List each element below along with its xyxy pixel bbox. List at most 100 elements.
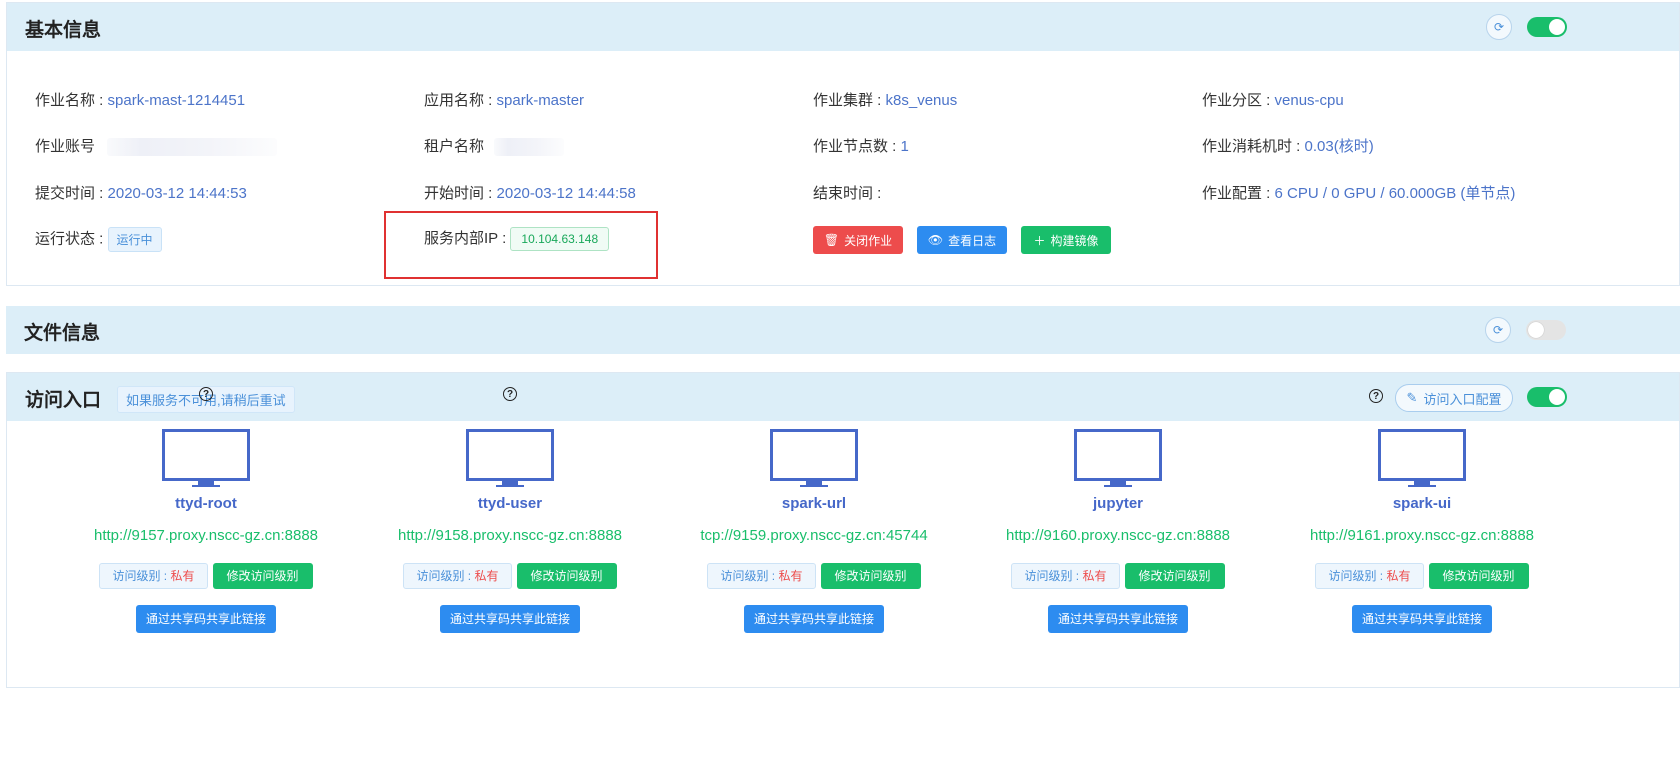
access-entry: spark-url tcp://9159.proxy.nscc-gz.cn:457… [662, 429, 966, 633]
file-info-panel: 文件信息 ⟳ [6, 306, 1680, 354]
refresh-icon: ⟳ [1492, 323, 1504, 337]
basic-info-toggle[interactable] [1527, 17, 1567, 37]
private-label: 私有 [1082, 569, 1107, 583]
config-field: 作业配置 : 6 CPU / 0 GPU / 60.000GB (单节点) [1202, 182, 1515, 203]
entry-level-row: 访问级别 : 私有 修改访问级别 [662, 563, 966, 589]
entry-name[interactable]: ttyd-root [54, 495, 358, 515]
cluster-value: k8s_venus [885, 92, 958, 109]
basic-info-title: 基本信息 [25, 20, 102, 41]
access-level-tag: 访问级别 : 私有 [1315, 563, 1424, 589]
share-link-button[interactable]: 通过共享码共享此链接 [1352, 605, 1492, 633]
tenant-label: 租户名称 [424, 138, 485, 155]
cost-value: 0.03(核时) [1304, 138, 1374, 155]
entry-name[interactable]: jupyter [966, 495, 1270, 515]
share-link-button[interactable]: 通过共享码共享此链接 [744, 605, 884, 633]
modify-access-level-button[interactable]: 修改访问级别 [516, 563, 617, 589]
access-entry: ? ttyd-root http://9157.proxy.nscc-gz.cn:8… [54, 387, 358, 633]
entry-url[interactable]: http://9158.proxy.nscc-gz.cn:8888 [358, 527, 662, 547]
status-label: 运行状态 : [35, 230, 108, 248]
app-name-field: 应用名称 : spark-master [424, 89, 584, 110]
config-label: 作业配置 : [1202, 185, 1275, 202]
monitor-icon[interactable] [770, 429, 858, 487]
partition-label: 作业分区 : [1202, 92, 1275, 109]
modify-access-level-button[interactable]: 修改访问级别 [1428, 563, 1529, 589]
access-level-tag: 访问级别 : 私有 [1011, 563, 1120, 589]
cluster-field: 作业集群 : k8s_venus [813, 89, 957, 110]
config-value: 6 CPU / 0 GPU / 60.000GB (单节点) [1274, 185, 1516, 202]
share-link-button[interactable]: 通过共享码共享此链接 [440, 605, 580, 633]
start-time-label: 开始时间 : [424, 185, 497, 202]
share-link-button[interactable]: 通过共享码共享此链接 [1048, 605, 1188, 633]
entry-level-row: 访问级别 : 私有 修改访问级别 [1270, 563, 1574, 589]
monitor-icon[interactable] [1378, 429, 1466, 487]
start-time-field: 开始时间 : 2020-03-12 14:44:58 [424, 182, 636, 203]
entry-url[interactable]: http://9157.proxy.nscc-gz.cn:8888 [54, 527, 358, 547]
tenant-value-redacted [494, 138, 565, 157]
account-value-redacted [107, 138, 278, 157]
nodes-label: 作业节点数 : [813, 138, 901, 155]
help-icon[interactable]: ? [503, 387, 517, 401]
close-job-button[interactable]: 🗑 关闭作业 [813, 226, 903, 254]
entry-url[interactable]: tcp://9159.proxy.nscc-gz.cn:45744 [662, 527, 966, 547]
modify-access-level-button[interactable]: 修改访问级别 [212, 563, 313, 589]
account-label: 作业账号 [35, 138, 96, 155]
entry-url[interactable]: http://9161.proxy.nscc-gz.cn:8888 [1270, 527, 1574, 547]
private-label: 私有 [778, 569, 803, 583]
submit-time-field: 提交时间 : 2020-03-12 14:44:53 [35, 182, 247, 203]
entry-name[interactable]: spark-ui [1270, 495, 1574, 515]
file-info-toggle[interactable] [1526, 320, 1566, 340]
access-entry: jupyter http://9160.proxy.nscc-gz.cn:8888… [966, 429, 1270, 633]
cost-label: 作业消耗机时 : [1202, 138, 1305, 155]
job-name-field: 作业名称 : spark-mast-1214451 [35, 89, 245, 110]
basic-info-panel: 基本信息 ⟳ 作业名称 : spark-mast-1214451 应用名称 : … [6, 2, 1680, 286]
entry-name[interactable]: ttyd-user [358, 495, 662, 515]
share-link-button[interactable]: 通过共享码共享此链接 [136, 605, 276, 633]
job-name-label: 作业名称 : [35, 92, 108, 109]
monitor-icon[interactable] [1074, 429, 1162, 487]
monitor-icon[interactable] [162, 429, 250, 487]
private-label: 私有 [170, 569, 195, 583]
entry-level-row: 访问级别 : 私有 修改访问级别 [54, 563, 358, 589]
partition-field: 作业分区 : venus-cpu [1202, 89, 1344, 110]
build-image-button[interactable]: ＋构建镜像 [1021, 226, 1111, 254]
account-field: 作业账号 [35, 135, 278, 157]
access-level-tag: 访问级别 : 私有 [99, 563, 208, 589]
plus-icon: ＋ [1033, 233, 1046, 248]
entry-level-row: 访问级别 : 私有 修改访问级别 [358, 563, 662, 589]
app-name-label: 应用名称 : [424, 92, 497, 109]
eye-icon: 👁 [927, 233, 944, 247]
modify-access-level-button[interactable]: 修改访问级别 [820, 563, 921, 589]
private-label: 私有 [1386, 569, 1411, 583]
cluster-label: 作业集群 : [813, 92, 886, 109]
basic-info-header: 基本信息 ⟳ [7, 3, 1679, 51]
entry-name[interactable]: spark-url [662, 495, 966, 515]
start-time-value: 2020-03-12 14:44:58 [496, 185, 636, 202]
tenant-field: 租户名称 [424, 135, 565, 157]
file-info-title: 文件信息 [24, 323, 101, 344]
end-time-field: 结束时间 : [813, 182, 881, 203]
status-badge: 运行中 [107, 227, 162, 252]
help-icon[interactable]: ? [199, 387, 213, 401]
access-level-tag: 访问级别 : 私有 [707, 563, 816, 589]
end-time-label: 结束时间 : [813, 185, 882, 202]
submit-time-label: 提交时间 : [35, 185, 108, 202]
file-info-refresh-button[interactable]: ⟳ [1485, 317, 1511, 343]
partition-value: venus-cpu [1274, 92, 1344, 109]
private-label: 私有 [474, 569, 499, 583]
access-level-tag: 访问级别 : 私有 [403, 563, 512, 589]
entry-level-row: 访问级别 : 私有 修改访问级别 [966, 563, 1270, 589]
nodes-field: 作业节点数 : 1 [813, 135, 909, 156]
monitor-icon[interactable] [466, 429, 554, 487]
app-name-value: spark-master [496, 92, 585, 109]
modify-access-level-button[interactable]: 修改访问级别 [1124, 563, 1225, 589]
entry-url[interactable]: http://9160.proxy.nscc-gz.cn:8888 [966, 527, 1270, 547]
cost-field: 作业消耗机时 : 0.03(核时) [1202, 135, 1374, 156]
file-info-header[interactable]: 文件信息 ⟳ [6, 306, 1680, 354]
trash-icon: 🗑 [823, 233, 840, 247]
basic-info-refresh-button[interactable]: ⟳ [1486, 14, 1512, 40]
view-logs-button[interactable]: 👁 查看日志 [917, 226, 1007, 254]
nodes-value: 1 [900, 138, 909, 155]
service-ip-highlight [384, 211, 658, 279]
refresh-icon: ⟳ [1493, 20, 1505, 34]
submit-time-value: 2020-03-12 14:44:53 [107, 185, 247, 202]
